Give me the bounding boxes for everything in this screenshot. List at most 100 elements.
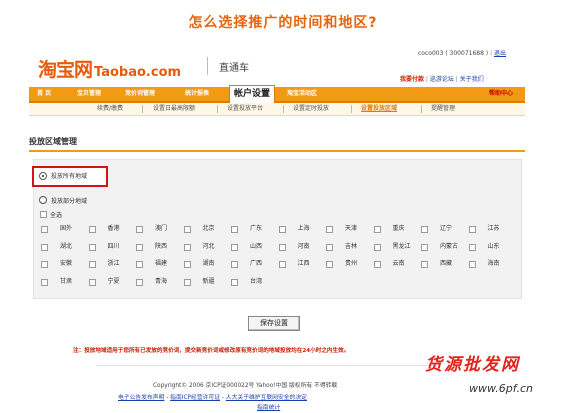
region-checkbox[interactable] (41, 261, 48, 268)
region-checkbox[interactable] (326, 261, 333, 268)
forum-link[interactable]: 巡游论坛 (430, 76, 454, 83)
region-label: 河南 (297, 242, 310, 250)
region-label: 江苏 (487, 225, 500, 232)
nav-keywords[interactable]: 竞价词管理 (125, 87, 155, 101)
region-checkbox[interactable] (231, 243, 238, 251)
region-checkbox[interactable] (136, 243, 143, 251)
label-select-all: 全选 (50, 212, 63, 219)
region-checkbox[interactable] (468, 226, 476, 233)
region-checkbox[interactable] (41, 226, 48, 233)
region-item[interactable]: 台湾 (226, 275, 294, 289)
region-label: 山东 (487, 242, 500, 250)
radio-partial-regions[interactable] (39, 196, 47, 204)
nav-help[interactable]: 帮助中心 (489, 87, 513, 101)
region-checkbox[interactable] (326, 243, 333, 251)
subnav-recharge[interactable]: 续费/缴费 (97, 103, 123, 115)
region-label: 湖北 (60, 242, 73, 250)
save-button[interactable]: 保存设置 (248, 316, 300, 331)
region-item[interactable]: 江苏 (464, 222, 532, 236)
region-checkbox[interactable] (373, 261, 381, 268)
account-user: coco003 ( 300071688 ) (418, 50, 489, 57)
region-label: 澳门 (155, 225, 168, 232)
section-divider (29, 150, 525, 152)
region-checkbox[interactable] (421, 226, 428, 233)
select-all-checkbox[interactable] (40, 211, 47, 218)
about-link[interactable]: 关于我们 (460, 76, 484, 83)
region-checkbox[interactable] (88, 278, 96, 286)
region-checkbox[interactable] (88, 261, 96, 268)
region-checkbox[interactable] (231, 278, 238, 286)
watermark-url: www.6pf.cn (469, 382, 533, 395)
region-label: 宁夏 (107, 277, 120, 285)
region-label: 海南 (487, 260, 500, 267)
footer-announcement-link[interactable]: 电子公告发布声明 (118, 395, 164, 401)
nav-reports[interactable]: 统计报表 (185, 87, 209, 101)
subnav-region[interactable]: 设置投放区域 (361, 103, 397, 115)
section-title: 投放区域管理 (29, 137, 77, 146)
region-checkbox[interactable] (88, 243, 96, 251)
payment-link[interactable]: 我要付款 (400, 76, 424, 83)
region-checkbox[interactable] (136, 261, 143, 268)
region-checkbox[interactable] (373, 226, 381, 233)
region-label: 黑龙江 (392, 242, 411, 250)
subnav-platform[interactable]: 设置投放平台 (227, 103, 263, 115)
region-label: 内蒙古 (440, 242, 459, 250)
radio-all-regions[interactable] (39, 172, 47, 180)
region-checkbox[interactable] (136, 278, 143, 286)
subnav-divider (351, 105, 352, 113)
region-label: 山西 (250, 242, 263, 250)
region-label: 安徽 (60, 260, 73, 267)
region-label: 四川 (107, 242, 120, 250)
footer-copyright: Copyright© 2006 京ICP证000022号 Yahoo!中国 版权… (153, 383, 338, 389)
region-label: 广西 (250, 260, 263, 267)
region-checkbox[interactable] (183, 243, 191, 251)
nav-items[interactable]: 宝贝管理 (77, 87, 101, 101)
nav-events[interactable]: 淘宝活动区 (287, 87, 317, 101)
region-item[interactable]: 海南 (464, 257, 532, 271)
region-checkbox[interactable] (183, 226, 191, 233)
logout-link[interactable]: 退出 (494, 50, 506, 57)
subnav-reminders[interactable]: 提醒管理 (431, 103, 455, 115)
region-checkbox[interactable] (41, 278, 48, 286)
region-label: 辽宁 (440, 225, 453, 232)
region-checkbox[interactable] (231, 261, 238, 268)
footer-stats: 指南统计 (257, 402, 280, 411)
region-checkbox[interactable] (41, 243, 48, 251)
region-checkbox[interactable] (468, 243, 476, 251)
region-checkbox[interactable] (278, 226, 286, 233)
nav-account-settings[interactable]: 帐户设置 (229, 85, 276, 103)
region-checkbox[interactable] (468, 261, 476, 268)
region-label: 湖南 (202, 260, 215, 267)
region-checkbox[interactable] (373, 243, 381, 251)
footer-stats-link[interactable]: 指南统计 (257, 405, 280, 411)
subnav-divider (283, 105, 284, 113)
region-checkbox[interactable] (421, 261, 428, 268)
region-checkbox[interactable] (278, 261, 286, 268)
region-label: 北京 (202, 225, 215, 232)
region-checkbox[interactable] (183, 278, 191, 286)
taobao-logo[interactable]: 淘宝网 Taobao.com (38, 55, 198, 81)
region-checkbox[interactable] (231, 226, 238, 233)
footer-icp-link[interactable]: 指南ICP经营许可证 (170, 395, 220, 401)
region-checkbox[interactable] (136, 226, 143, 233)
region-label: 河北 (202, 242, 215, 250)
region-label: 台湾 (250, 277, 263, 285)
subnav-divider (142, 105, 143, 113)
region-checkbox[interactable] (278, 243, 286, 251)
region-checkbox[interactable] (326, 226, 333, 233)
region-checkbox[interactable] (421, 243, 428, 251)
notice-text: 注：投放地域适用于您所有已发放的竞价词，提交新竞价词或修改原有竞价词的地域投放均… (73, 348, 350, 354)
label-all-regions: 投放所有地域 (51, 173, 88, 180)
region-checkbox[interactable] (183, 261, 191, 268)
region-label: 上海 (297, 225, 310, 232)
footer-law-link[interactable]: 人大关于维护互联网安全的决定 (226, 395, 307, 401)
region-item[interactable]: 山东 (464, 240, 532, 254)
region-checkbox[interactable] (88, 226, 96, 233)
region-label: 甘肃 (60, 277, 73, 285)
subnav-schedule[interactable]: 设置定时投放 (293, 103, 329, 115)
watermark-text: 货源批发网 (425, 355, 520, 375)
region-label: 西藏 (440, 260, 453, 267)
region-label: 浙江 (107, 260, 120, 267)
subnav-daily-limit[interactable]: 设置日最高限额 (153, 103, 195, 115)
nav-home[interactable]: 首 页 (37, 87, 51, 101)
